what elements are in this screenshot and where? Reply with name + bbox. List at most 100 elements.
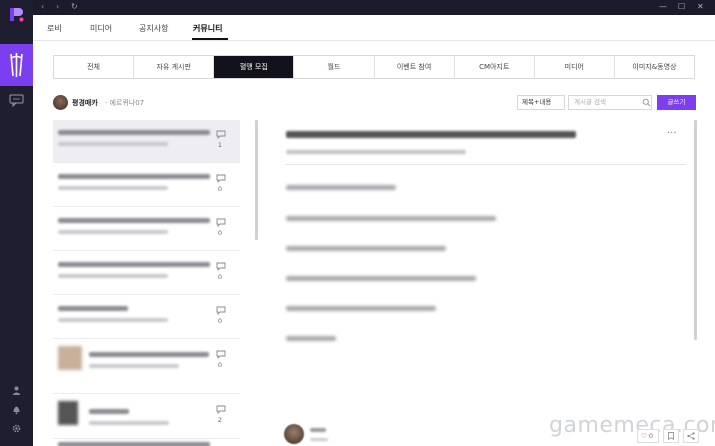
left-rail (0, 0, 33, 446)
post-detail-scrollbar[interactable] (694, 120, 697, 340)
minimize-icon[interactable]: — (659, 1, 667, 13)
comment-icon (216, 218, 226, 227)
post-meta-redacted (58, 318, 168, 322)
comment-icon (216, 405, 226, 414)
post-title-redacted (58, 218, 210, 223)
post-detail-title-redacted (286, 131, 576, 138)
forward-icon[interactable]: › (56, 2, 59, 12)
author-name-redacted (310, 428, 326, 432)
comment-count: 1 (217, 141, 223, 149)
post-title-redacted (89, 409, 129, 414)
category-event[interactable]: 이벤트 참여 (374, 56, 455, 78)
lineage-glyph-icon (10, 53, 23, 77)
chat-icon[interactable] (9, 94, 24, 107)
write-post-button[interactable]: 글쓰기 (657, 95, 696, 110)
list-item[interactable]: 0 (53, 208, 240, 251)
post-thumbnail (58, 401, 78, 425)
author-avatar[interactable] (284, 424, 304, 444)
post-detail-meta-redacted (286, 150, 466, 154)
post-meta-redacted (58, 274, 168, 278)
avatar[interactable] (53, 95, 68, 110)
post-title-redacted (58, 442, 210, 446)
post-list-scrollbar[interactable] (255, 120, 258, 240)
category-cm-agit[interactable]: CM아지트 (454, 56, 535, 78)
title-bar: ‹ › ↻ — ☐ ✕ (33, 0, 715, 15)
search-icon[interactable] (642, 98, 651, 107)
comment-icon (216, 350, 226, 359)
tab-media[interactable]: 미디어 (90, 23, 112, 34)
post-body-line (286, 185, 396, 190)
user-server: · 에르퀴나07 (105, 99, 145, 107)
list-item[interactable]: 0 (53, 340, 240, 394)
list-item[interactable]: 0 (53, 164, 240, 207)
category-tabs: 전체 자유 게시판 혈맹 모집 월드 이벤트 참여 CM아지트 미디어 이미지&… (53, 55, 695, 79)
comment-count: 0 (217, 185, 223, 193)
active-tab-indicator (192, 38, 228, 40)
notification-bell-icon[interactable] (11, 404, 22, 415)
post-meta-redacted (58, 230, 168, 234)
tab-lobby[interactable]: 로비 (47, 23, 62, 34)
post-title-redacted (58, 130, 210, 135)
bookmark-button[interactable] (663, 429, 679, 443)
category-all[interactable]: 전체 (54, 56, 135, 78)
share-button[interactable] (683, 429, 699, 443)
search-input[interactable]: 게시글 검색 (568, 95, 652, 110)
comment-icon (216, 130, 226, 139)
app-logo-icon[interactable] (8, 6, 25, 23)
bookmark-icon (668, 432, 674, 441)
user-name: 평경매카 (72, 99, 98, 107)
category-media[interactable]: 미디어 (534, 56, 615, 78)
list-item[interactable]: 0 (53, 252, 240, 295)
share-icon (687, 432, 695, 440)
category-world[interactable]: 월드 (294, 56, 375, 78)
top-navigation: 로비 미디어 공지사항 커뮤니티 (33, 15, 715, 41)
maximize-icon[interactable]: ☐ (678, 1, 685, 13)
comment-icon (216, 262, 226, 271)
post-body-line (286, 336, 336, 341)
post-body-line (286, 246, 446, 251)
post-meta-redacted (58, 186, 168, 190)
friends-icon[interactable] (11, 385, 22, 396)
post-body-line (286, 276, 476, 281)
back-icon[interactable]: ‹ (41, 2, 44, 12)
post-meta-redacted (58, 142, 168, 146)
game-shortcut-lineage[interactable] (0, 44, 33, 86)
category-clan-recruit[interactable]: 혈맹 모집 (214, 56, 295, 78)
category-image-video[interactable]: 이미지&동영상 (614, 56, 694, 78)
comment-count: 0 (217, 273, 223, 281)
like-button[interactable]: ♡ 0 (637, 429, 659, 443)
post-thumbnail (58, 346, 82, 370)
comment-count: 0 (217, 317, 223, 325)
comment-count: 2 (217, 416, 223, 424)
post-detail: ··· (280, 120, 698, 446)
comment-icon (216, 306, 226, 315)
post-body-line (286, 216, 496, 221)
tab-community[interactable]: 커뮤니티 (193, 23, 222, 34)
list-item[interactable]: 2 (53, 395, 240, 439)
tab-notice[interactable]: 공지사항 (139, 23, 168, 34)
author-date-redacted (310, 438, 328, 441)
comment-count: 0 (217, 361, 223, 369)
main-content: 로비 미디어 공지사항 커뮤니티 전체 자유 게시판 혈맹 모집 월드 이벤트 … (33, 15, 715, 446)
settings-gear-icon[interactable] (11, 423, 22, 434)
search-scope-select[interactable]: 제목+내용 (517, 95, 565, 110)
post-meta-redacted (89, 364, 179, 368)
close-icon[interactable]: ✕ (697, 1, 704, 13)
list-item[interactable]: 1 (53, 120, 240, 163)
post-title-redacted (89, 352, 209, 357)
divider (286, 164, 686, 165)
post-meta-redacted (89, 421, 169, 425)
post-list: 1 0 0 0 0 0 2 (53, 120, 240, 446)
category-free-board[interactable]: 자유 게시판 (134, 56, 215, 78)
refresh-icon[interactable]: ↻ (71, 2, 78, 12)
post-title-redacted (58, 174, 210, 179)
comment-count: 0 (217, 229, 223, 237)
more-options-icon[interactable]: ··· (667, 128, 677, 139)
post-title-redacted (58, 262, 210, 267)
like-count: 0 (648, 432, 654, 440)
comment-icon (216, 174, 226, 183)
list-item[interactable]: 0 (53, 296, 240, 339)
post-title-redacted (58, 306, 128, 311)
post-body-line (286, 306, 436, 311)
list-item[interactable] (53, 440, 240, 446)
